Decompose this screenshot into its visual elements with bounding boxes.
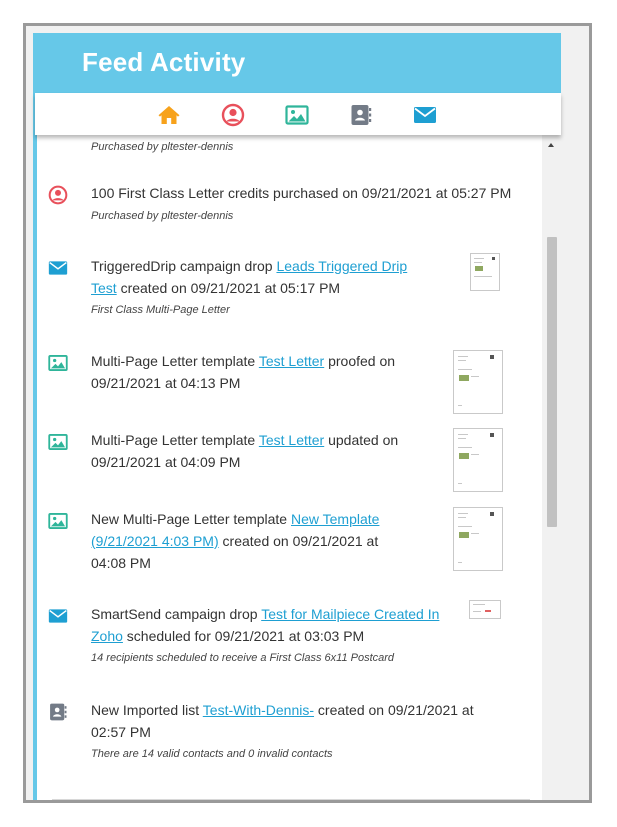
- feed-item-detail: 14 recipients scheduled to receive a Fir…: [91, 652, 395, 664]
- feed-item-text: Multi-Page Letter template Test Letter u…: [91, 432, 399, 470]
- mail-icon: [414, 107, 436, 123]
- letter-thumbnail[interactable]: [470, 253, 500, 291]
- tab-lists[interactable]: [349, 103, 373, 127]
- feed-panel: Feed Activity Purchased by pltester-denn…: [33, 33, 561, 800]
- filter-tab-bar: [35, 93, 561, 135]
- postcard-thumbnail[interactable]: [469, 600, 501, 619]
- mail-icon: [48, 606, 68, 626]
- activity-feed: Purchased by pltester-dennis 100 First C…: [37, 135, 542, 800]
- list-link[interactable]: Test-With-Dennis-: [203, 702, 314, 718]
- feed-item-text: New Imported list Test-With-Dennis- crea…: [91, 702, 474, 740]
- contacts-icon: [351, 105, 372, 125]
- tab-account[interactable]: [221, 103, 245, 127]
- feed-item-text: 100 First Class Letter credits purchased…: [91, 185, 512, 201]
- image-icon: [48, 511, 68, 531]
- letter-thumbnail[interactable]: [453, 507, 503, 571]
- image-icon: [285, 105, 309, 125]
- image-icon: [48, 353, 68, 373]
- feed-divider: [52, 799, 530, 800]
- scroll-up-arrow-icon[interactable]: [548, 143, 554, 147]
- letter-thumbnail[interactable]: [453, 350, 503, 414]
- user-icon: [48, 185, 68, 205]
- feed-item-text: Multi-Page Letter template Test Letter p…: [91, 353, 396, 391]
- template-link[interactable]: Test Letter: [259, 353, 324, 369]
- template-link[interactable]: Test Letter: [259, 432, 324, 448]
- feed-item-detail: Purchased by pltester-dennis: [91, 141, 234, 153]
- feed-item-text: SmartSend campaign drop Test for Mailpie…: [91, 606, 440, 644]
- contacts-icon: [48, 702, 68, 722]
- tab-home[interactable]: [157, 103, 181, 127]
- tab-templates[interactable]: [285, 103, 309, 127]
- user-icon: [221, 103, 245, 127]
- feed-item-text: New Multi-Page Letter template New Templ…: [91, 511, 380, 571]
- feed-header: Feed Activity: [37, 33, 561, 93]
- feed-window: Feed Activity Purchased by pltester-denn…: [23, 23, 592, 803]
- mail-icon: [48, 258, 68, 278]
- letter-thumbnail[interactable]: [453, 428, 503, 492]
- tab-campaigns[interactable]: [413, 103, 437, 127]
- feed-scrollbar[interactable]: [542, 135, 561, 800]
- image-icon: [48, 432, 68, 452]
- feed-item-detail: Purchased by pltester-dennis: [91, 210, 234, 222]
- feed-item-detail: There are 14 valid contacts and 0 invali…: [91, 748, 333, 760]
- home-icon: [158, 106, 180, 124]
- feed-item-text: TriggeredDrip campaign drop Leads Trigge…: [91, 258, 408, 296]
- scrollbar-thumb[interactable]: [547, 237, 557, 527]
- feed-item-detail: First Class Multi-Page Letter: [91, 304, 230, 316]
- page-title: Feed Activity: [82, 47, 246, 77]
